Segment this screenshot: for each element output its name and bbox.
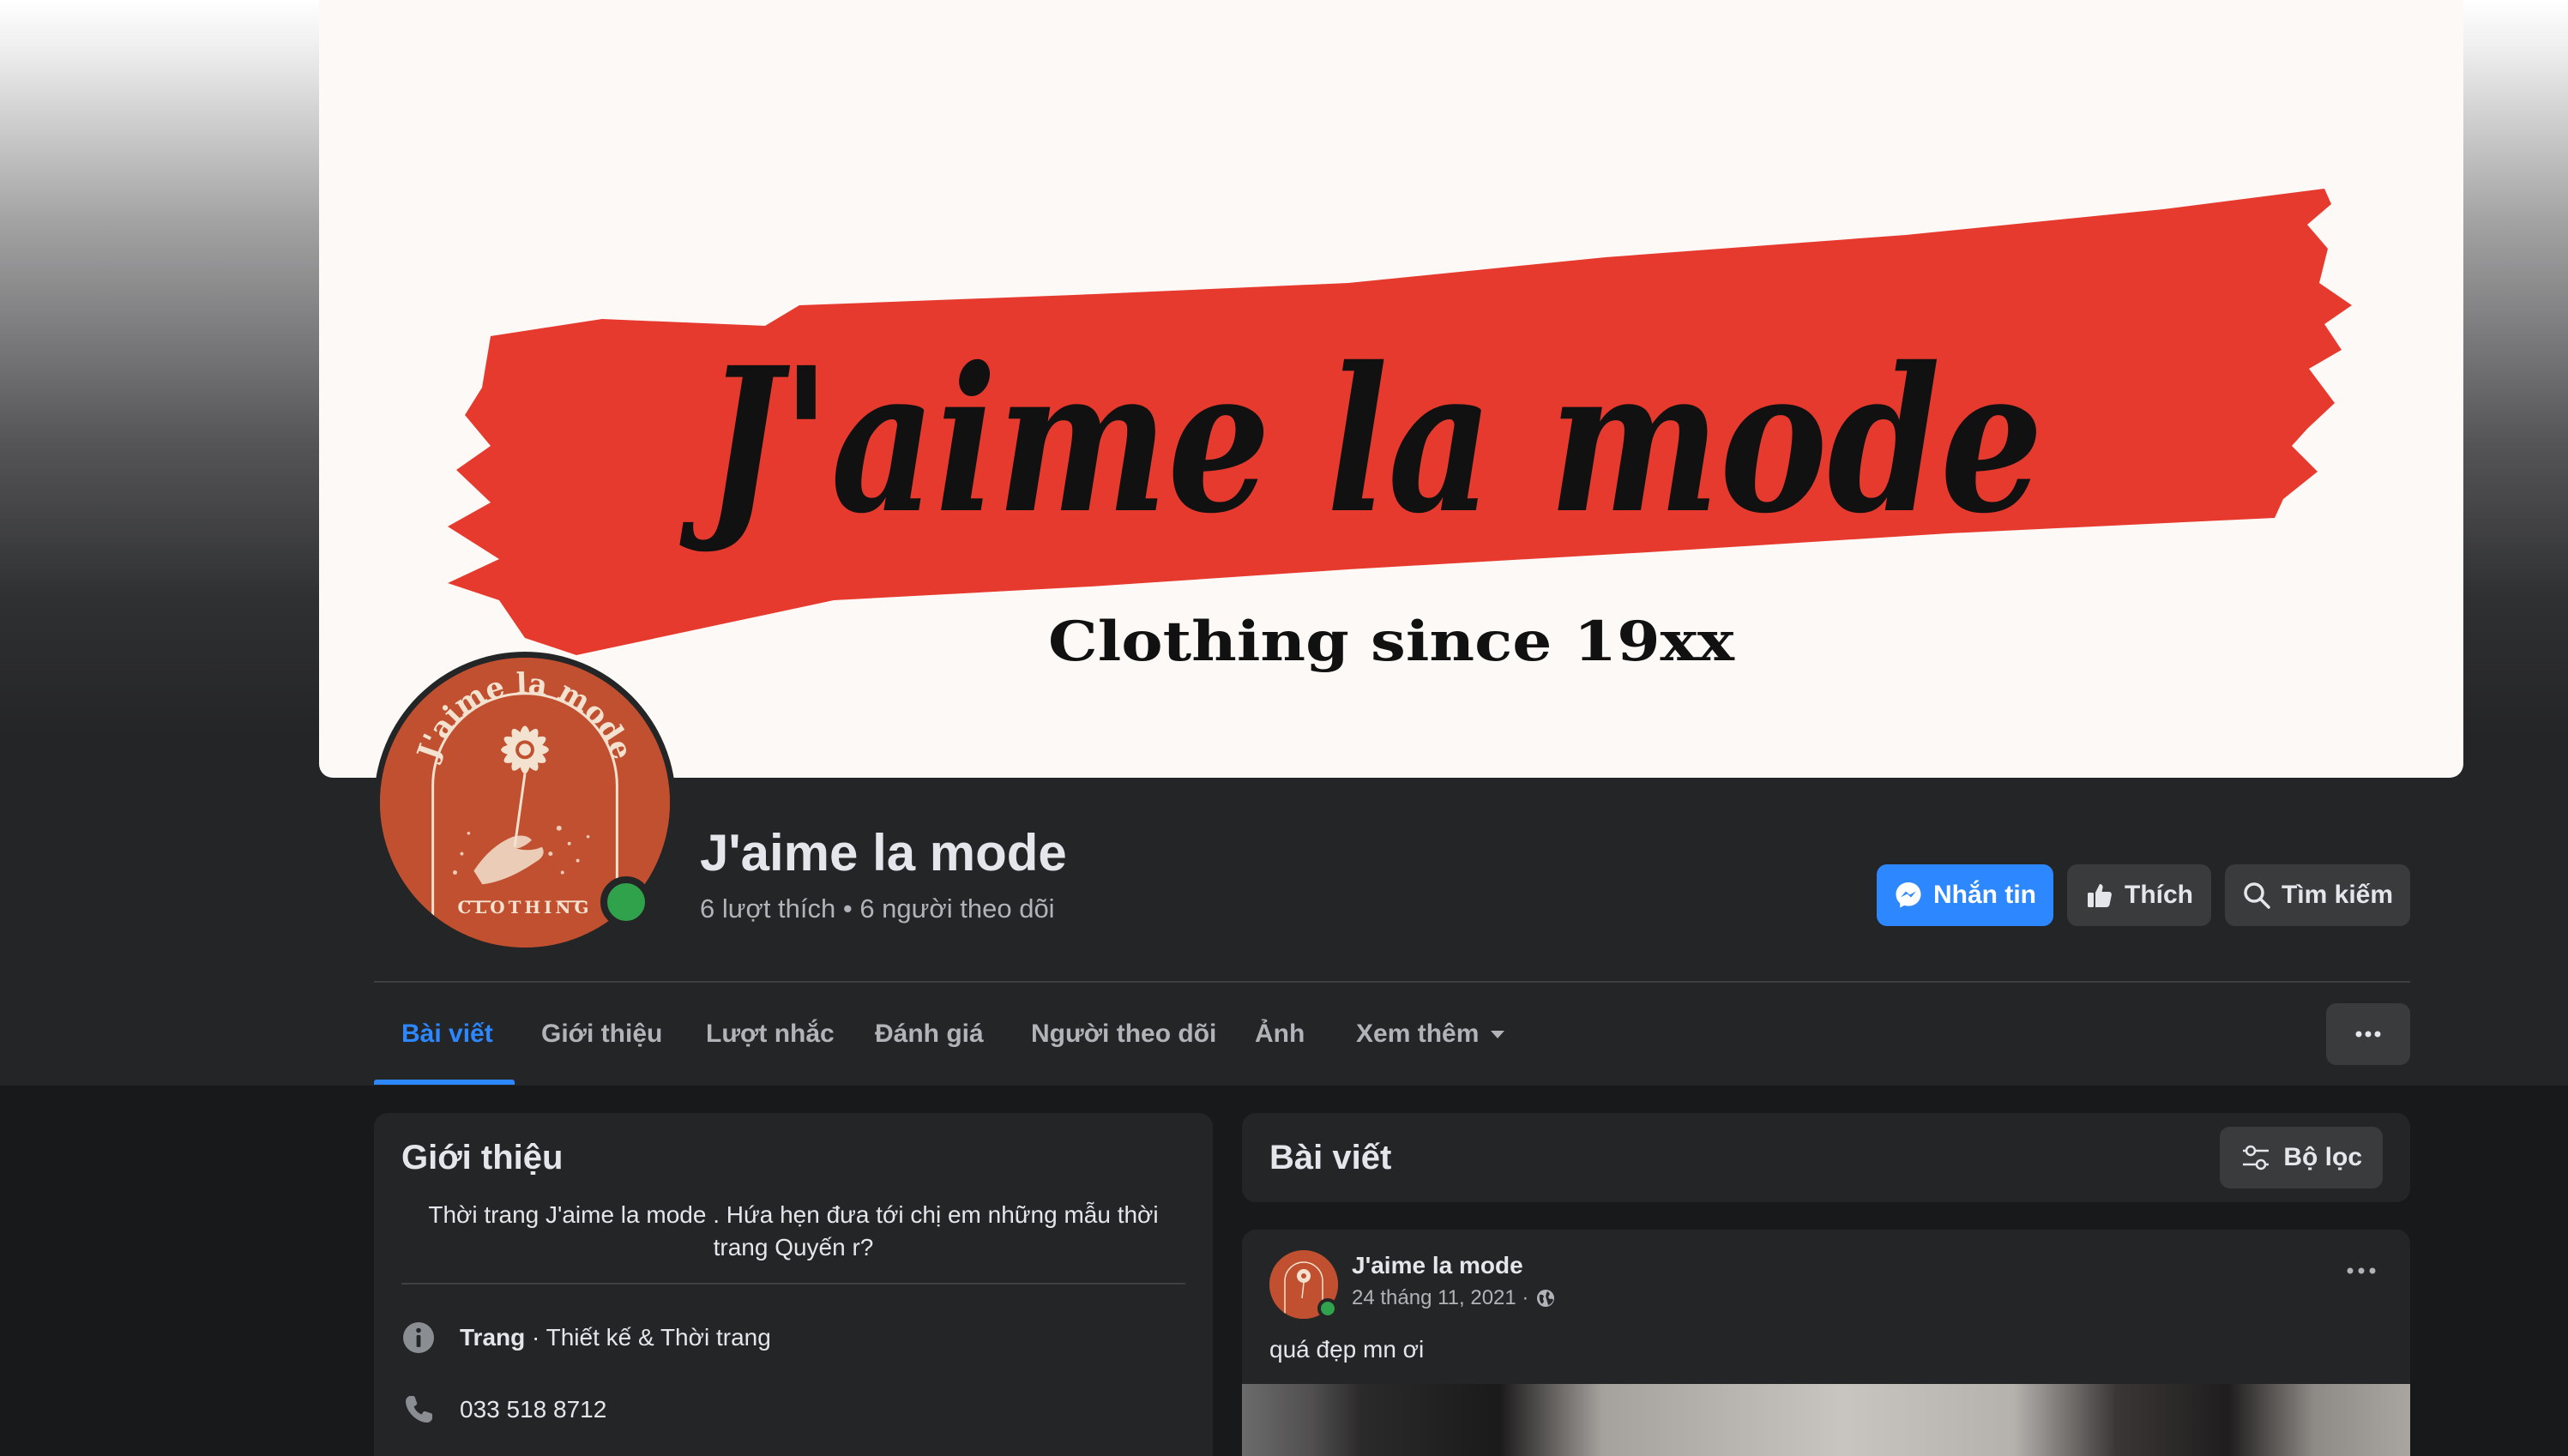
page-stats: 6 lượt thích • 6 người theo dõi xyxy=(700,893,1055,924)
post-photo[interactable] xyxy=(1242,1384,2410,1456)
search-icon xyxy=(2244,882,2270,909)
post-text: quá đẹp mn ơi xyxy=(1269,1336,1425,1363)
posts-title: Bài viết xyxy=(1269,1139,1392,1176)
tab-posts[interactable]: Bài viết xyxy=(401,1008,493,1060)
tab-see-more[interactable]: Xem thêm xyxy=(1356,1008,1506,1060)
online-status-dot xyxy=(600,876,652,928)
intro-card: Giới thiệu Thời trang J'aime la mode . H… xyxy=(374,1113,1213,1456)
phone-icon xyxy=(406,1396,432,1423)
cover-photo[interactable]: J'aime la mode Clothing since 19xx xyxy=(319,0,2463,778)
tab-see-more-label: Xem thêm xyxy=(1356,1020,1480,1048)
tab-followers-label: Người theo dõi xyxy=(1031,1020,1217,1048)
tab-followers[interactable]: Người theo dõi xyxy=(1031,1008,1216,1060)
tab-posts-label: Bài viết xyxy=(401,1020,493,1048)
tab-mentions[interactable]: Lượt nhắc xyxy=(706,1008,835,1060)
post-online-dot xyxy=(1317,1298,1338,1319)
more-dots-icon xyxy=(2355,1031,2381,1038)
post-options-button[interactable] xyxy=(2347,1264,2376,1279)
intro-title: Giới thiệu xyxy=(401,1139,564,1176)
facebook-page-view: J'aime la mode Clothing since 19xx J'aim… xyxy=(0,0,2568,1456)
post-card: J'aime la mode 24 tháng 11, 2021 · quá đ… xyxy=(1242,1230,2410,1456)
cover-artwork: J'aime la mode Clothing since 19xx xyxy=(448,189,2352,674)
post-meta: 24 tháng 11, 2021 · xyxy=(1352,1286,1556,1310)
header-divider xyxy=(374,981,2410,983)
intro-divider xyxy=(401,1283,1185,1285)
tab-mentions-label: Lượt nhắc xyxy=(706,1020,835,1048)
like-button-label: Thích xyxy=(2125,881,2193,909)
message-button[interactable]: Nhắn tin xyxy=(1877,864,2053,926)
globe-icon xyxy=(1537,1290,1555,1307)
tab-reviews-label: Đánh giá xyxy=(875,1020,984,1048)
more-options-button[interactable] xyxy=(2326,1003,2410,1065)
post-date[interactable]: 24 tháng 11, 2021 · xyxy=(1352,1286,1528,1310)
search-button-label: Tìm kiếm xyxy=(2281,881,2394,909)
phone-number[interactable]: 033 518 8712 xyxy=(460,1396,606,1423)
tab-about-label: Giới thiệu xyxy=(541,1020,663,1048)
filter-button[interactable]: Bộ lọc xyxy=(2220,1127,2383,1188)
filter-sliders-icon xyxy=(2243,1145,2270,1170)
cover-tagline: Clothing since 19xx xyxy=(1048,610,1735,674)
caret-down-icon xyxy=(1491,1031,1505,1038)
category-label: Trang xyxy=(460,1324,526,1351)
tab-photos[interactable]: Ảnh xyxy=(1255,1008,1305,1060)
logo-text-bottom: CLOTHING xyxy=(458,897,593,918)
active-tab-indicator xyxy=(374,1080,515,1085)
category-value: · Thiết kế & Thời trang xyxy=(525,1324,771,1351)
search-button[interactable]: Tìm kiếm xyxy=(2225,864,2410,926)
tab-about[interactable]: Giới thiệu xyxy=(541,1008,662,1060)
phone-row: 033 518 8712 xyxy=(401,1393,606,1427)
info-icon xyxy=(403,1322,434,1353)
category-row: Trang · Thiết kế & Thời trang xyxy=(401,1321,771,1355)
message-button-label: Nhắn tin xyxy=(1933,881,2036,909)
like-button[interactable]: Thích xyxy=(2067,864,2211,926)
page-title[interactable]: J'aime la mode xyxy=(700,823,1067,882)
cover-brand-script: J'aime la mode xyxy=(679,323,2043,557)
posts-header-card: Bài viết Bộ lọc xyxy=(1242,1113,2410,1202)
tab-reviews[interactable]: Đánh giá xyxy=(875,1008,984,1060)
thumbs-up-icon xyxy=(2088,884,2112,907)
filter-button-label: Bộ lọc xyxy=(2283,1143,2362,1171)
tab-photos-label: Ảnh xyxy=(1255,1020,1305,1048)
messenger-icon xyxy=(1896,882,1921,908)
intro-bio: Thời trang J'aime la mode . Hứa hẹn đưa … xyxy=(428,1201,1159,1260)
post-author-name[interactable]: J'aime la mode xyxy=(1352,1252,1523,1279)
more-dots-icon xyxy=(2347,1267,2376,1274)
